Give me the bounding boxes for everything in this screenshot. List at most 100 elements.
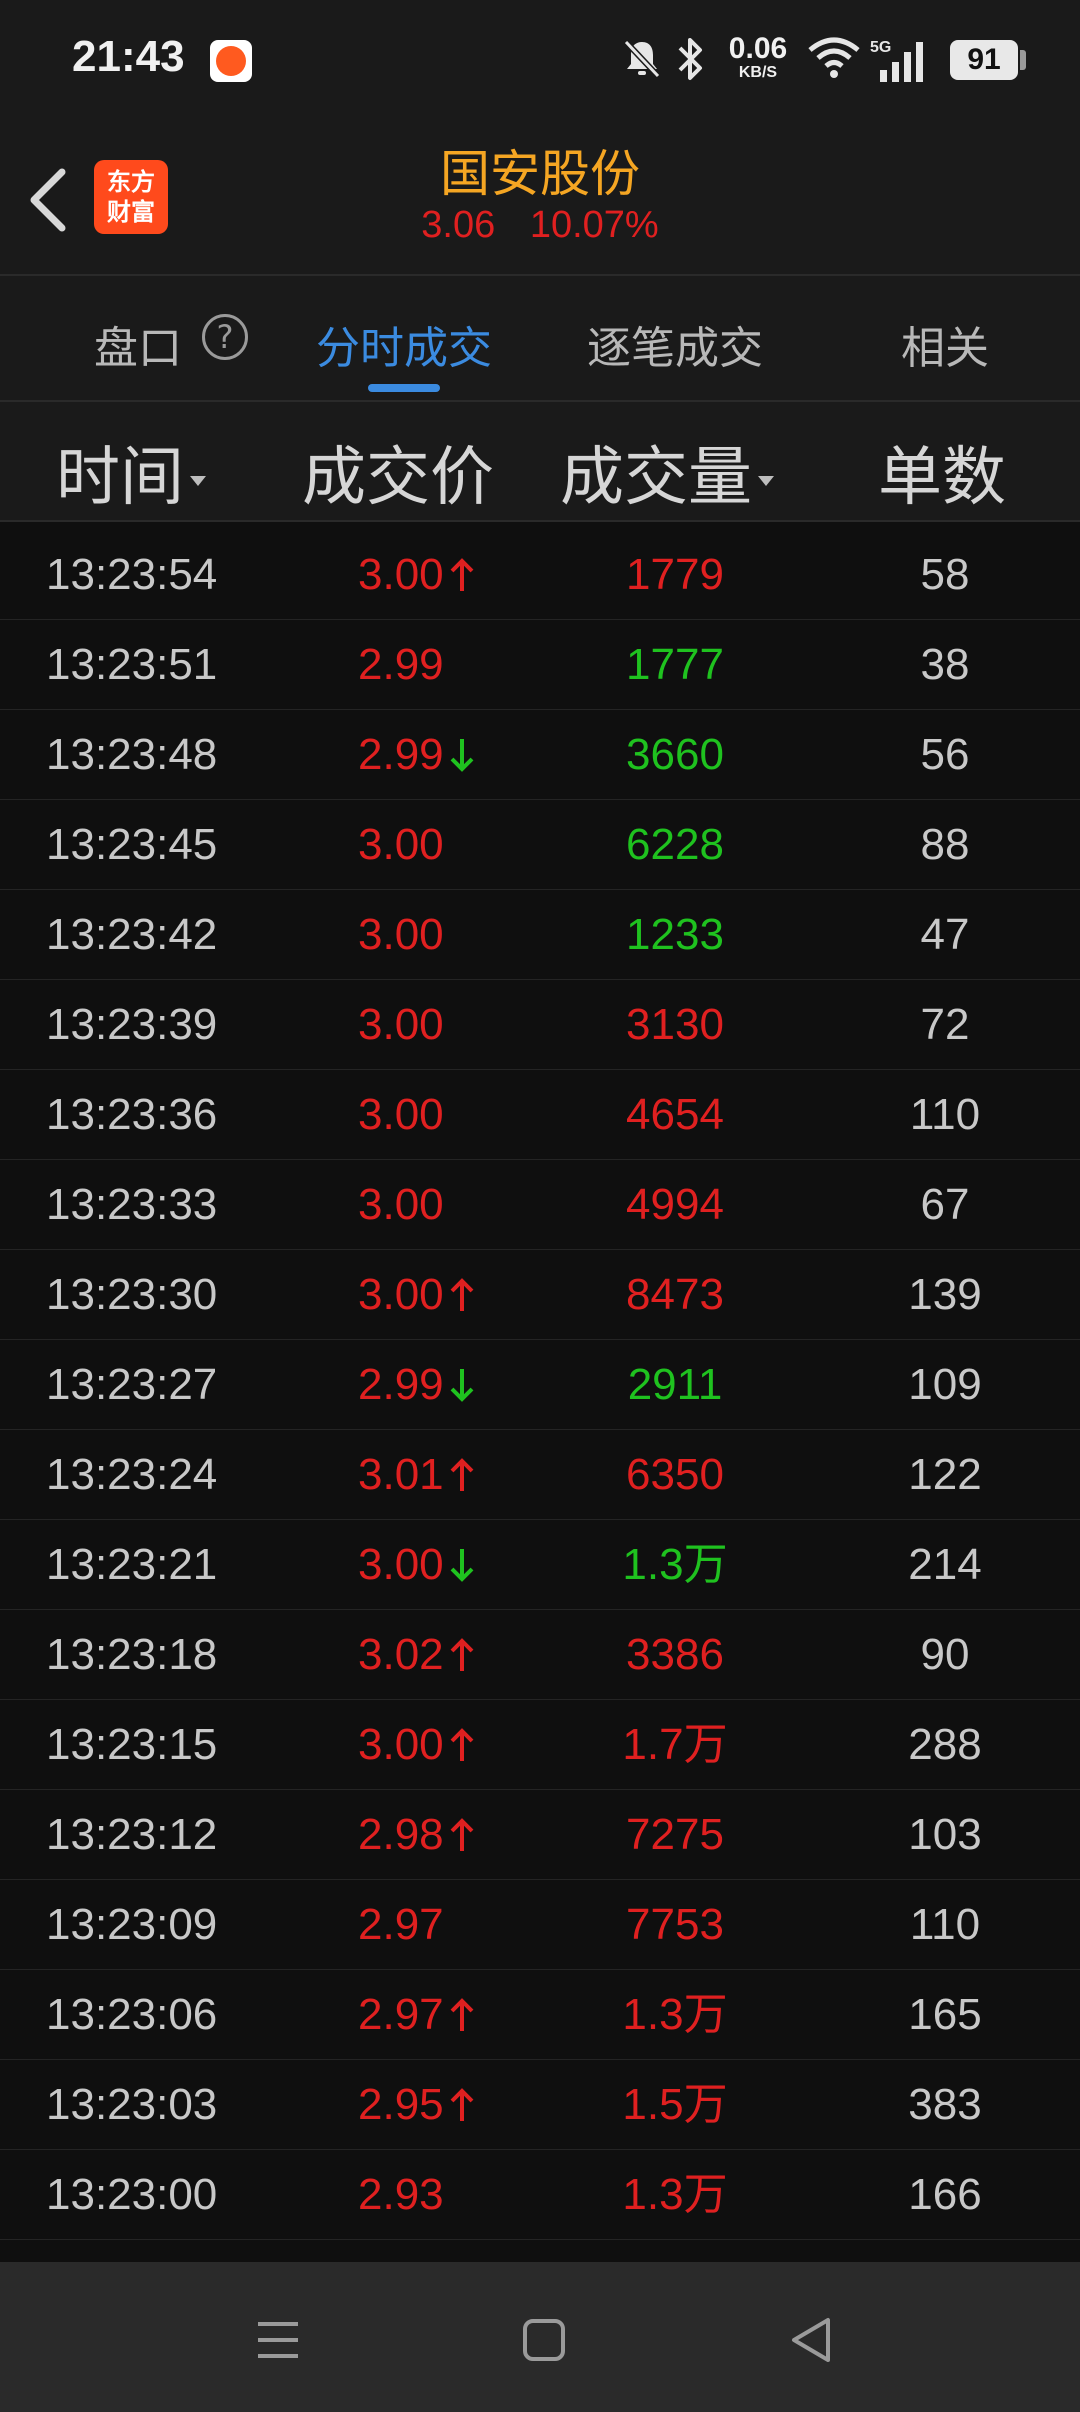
trade-price: 2.99 bbox=[358, 730, 476, 780]
notification-app-icon bbox=[210, 40, 252, 82]
trade-time: 13:23:30 bbox=[46, 1270, 218, 1319]
trade-price-value: 2.97 bbox=[358, 1900, 444, 1949]
back-triangle-icon[interactable] bbox=[782, 2310, 842, 2370]
trade-count: 214 bbox=[908, 1540, 982, 1589]
table-row[interactable]: 13:23:48 2.99 3660 56 bbox=[0, 710, 1080, 800]
5g-signal-icon: 5G bbox=[870, 39, 923, 82]
trade-price: 2.98 bbox=[358, 1810, 476, 1860]
trade-price-value: 3.00 bbox=[358, 1090, 444, 1139]
table-row[interactable]: 13:23:36 3.00 4654 110 bbox=[0, 1070, 1080, 1160]
column-header-time[interactable]: 时间 bbox=[56, 426, 206, 518]
trade-count: 110 bbox=[909, 1900, 981, 1949]
table-row[interactable]: 13:23:12 2.98 7275 103 bbox=[0, 1790, 1080, 1880]
trade-price: 3.00 bbox=[358, 1000, 444, 1050]
trade-price-value: 3.00 bbox=[358, 1720, 444, 1769]
wifi-icon bbox=[808, 37, 860, 78]
trade-time: 13:23:18 bbox=[46, 1630, 218, 1679]
table-row[interactable]: 13:23:54 3.00 1779 58 bbox=[0, 530, 1080, 620]
trade-count: 166 bbox=[908, 2170, 982, 2219]
table-row[interactable]: 13:23:39 3.00 3130 72 bbox=[0, 980, 1080, 1070]
tab-time-sharing-trades[interactable]: 分时成交 bbox=[300, 312, 508, 374]
trade-volume: 1779 bbox=[626, 550, 724, 599]
tab-related[interactable]: 相关 bbox=[880, 312, 1010, 374]
trade-price: 3.00 bbox=[358, 1180, 444, 1230]
column-header-volume[interactable]: 成交量 bbox=[560, 426, 774, 518]
table-row[interactable]: 13:23:00 2.93 1.3万 166 bbox=[0, 2150, 1080, 2240]
trade-count: 383 bbox=[908, 2080, 982, 2129]
table-row[interactable]: 13:23:09 2.97 7753 110 bbox=[0, 1880, 1080, 1970]
trade-count: 103 bbox=[908, 1810, 982, 1859]
trade-price: 3.00 bbox=[358, 1540, 476, 1590]
trade-volume: 1.3万 bbox=[622, 2170, 728, 2219]
trade-price-value: 2.93 bbox=[358, 2170, 444, 2219]
table-row[interactable]: 13:23:15 3.00 1.7万 288 bbox=[0, 1700, 1080, 1790]
trade-price-value: 3.02 bbox=[358, 1630, 444, 1679]
network-speed: 0.06 KB/S bbox=[718, 34, 798, 82]
trade-list[interactable]: 13:23:54 3.00 1779 58 13:23:51 2.99 1777 38 13:2… bbox=[0, 530, 1080, 2260]
tab-pankou[interactable]: 盘口 bbox=[88, 312, 188, 374]
trade-time: 13:23:09 bbox=[46, 1900, 218, 1949]
table-row[interactable]: 13:23:03 2.95 1.5万 383 bbox=[0, 2060, 1080, 2150]
trade-price: 3.00 bbox=[358, 820, 444, 870]
trade-count: 110 bbox=[909, 1090, 981, 1139]
trade-price: 2.97 bbox=[358, 1990, 476, 2040]
table-row[interactable]: 13:23:30 3.00 8473 139 bbox=[0, 1250, 1080, 1340]
trade-time: 13:23:39 bbox=[46, 1000, 218, 1049]
table-row[interactable]: 13:23:18 3.02 3386 90 bbox=[0, 1610, 1080, 1700]
trade-price: 2.95 bbox=[358, 2080, 476, 2130]
table-row[interactable]: 13:23:33 3.00 4994 67 bbox=[0, 1160, 1080, 1250]
arrow-up-icon bbox=[450, 2088, 474, 2121]
trade-volume: 1.3万 bbox=[622, 1990, 728, 2039]
stock-change-percent: 10.07% bbox=[529, 204, 659, 246]
arrow-up-icon bbox=[450, 1278, 474, 1311]
table-header: 时间 成交价 成交量 单数 bbox=[0, 402, 1080, 522]
sort-caret-icon bbox=[758, 476, 774, 487]
trade-price-value: 2.95 bbox=[358, 2080, 444, 2129]
trade-price: 3.00 bbox=[358, 1270, 476, 1320]
home-square-icon[interactable] bbox=[514, 2310, 574, 2370]
trade-volume: 8473 bbox=[626, 1270, 724, 1319]
trade-price: 3.00 bbox=[358, 1720, 476, 1770]
table-row[interactable]: 13:22:572.9395825 bbox=[0, 2240, 1080, 2260]
bluetooth-icon bbox=[678, 38, 702, 80]
stock-name: 国安股份 bbox=[440, 145, 640, 203]
sort-caret-icon bbox=[190, 476, 206, 487]
trade-time: 13:23:03 bbox=[46, 2080, 218, 2129]
trade-volume: 6228 bbox=[626, 820, 724, 869]
trade-count: 47 bbox=[920, 910, 970, 959]
trade-time: 13:23:45 bbox=[46, 820, 218, 869]
table-row[interactable]: 13:23:06 2.97 1.3万 165 bbox=[0, 1970, 1080, 2060]
table-row[interactable]: 13:23:27 2.99 2911 109 bbox=[0, 1340, 1080, 1430]
trade-price-value: 2.99 bbox=[358, 1360, 444, 1409]
trade-count: 90 bbox=[920, 1630, 970, 1679]
trade-time: 13:23:00 bbox=[46, 2170, 218, 2219]
trade-time: 13:23:42 bbox=[46, 910, 218, 959]
arrow-down-icon bbox=[450, 1549, 474, 1582]
trade-price-value: 3.00 bbox=[358, 1540, 444, 1589]
trade-price-value: 3.00 bbox=[358, 1000, 444, 1049]
menu-icon[interactable] bbox=[248, 2310, 308, 2370]
tab-tick-by-tick-trades[interactable]: 逐笔成交 bbox=[570, 312, 780, 374]
battery-tip bbox=[1020, 50, 1026, 70]
table-row[interactable]: 13:23:24 3.01 6350 122 bbox=[0, 1430, 1080, 1520]
trade-price: 3.02 bbox=[358, 1630, 476, 1680]
trade-price: 3.01 bbox=[358, 1450, 476, 1500]
trade-time: 13:23:48 bbox=[46, 730, 218, 779]
trade-count: 72 bbox=[920, 1000, 970, 1049]
arrow-up-icon bbox=[450, 1818, 474, 1851]
trade-price-value: 3.00 bbox=[358, 1180, 444, 1229]
status-icons: 0.06 KB/S 5G 91 bbox=[620, 30, 1040, 90]
trade-price-value: 3.00 bbox=[358, 820, 444, 869]
table-row[interactable]: 13:23:51 2.99 1777 38 bbox=[0, 620, 1080, 710]
screen: 21:43 0.06 KB/S 5G 91 东方 财富 国安股份 3.06 10… bbox=[0, 0, 1080, 2412]
tab-bar: 盘口 ? 分时成交 逐笔成交 相关 bbox=[0, 276, 1080, 402]
table-row[interactable]: 13:23:42 3.00 1233 47 bbox=[0, 890, 1080, 980]
trade-count: 109 bbox=[908, 1360, 982, 1409]
trade-volume: 4994 bbox=[626, 1180, 724, 1229]
arrow-up-icon bbox=[450, 1638, 474, 1671]
table-row[interactable]: 13:23:21 3.00 1.3万 214 bbox=[0, 1520, 1080, 1610]
stock-price: 3.06 bbox=[421, 204, 496, 246]
trade-time: 13:23:15 bbox=[46, 1720, 218, 1769]
table-row[interactable]: 13:23:45 3.00 6228 88 bbox=[0, 800, 1080, 890]
help-icon[interactable]: ? bbox=[202, 314, 248, 360]
